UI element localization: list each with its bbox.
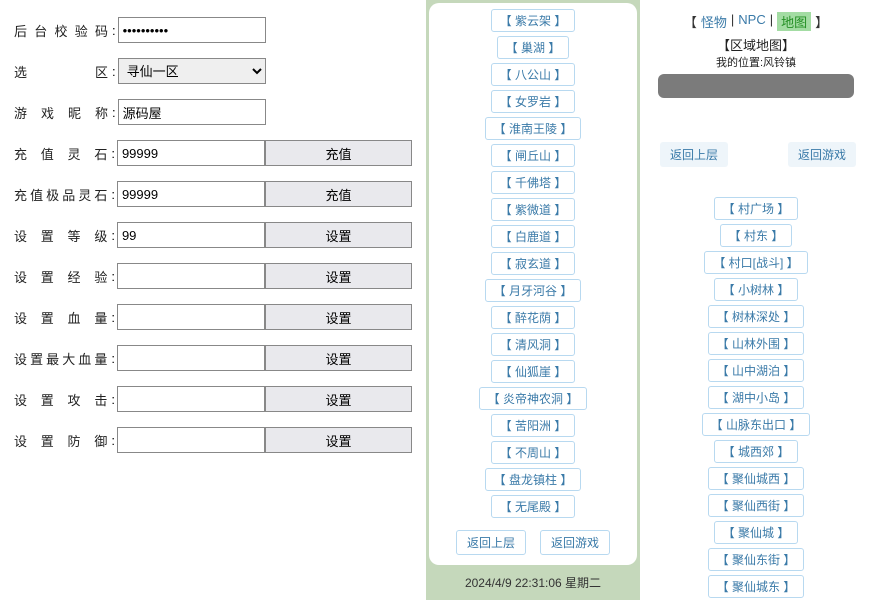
destination-link[interactable]: 【 山林外围 】 <box>708 332 805 355</box>
stone-button[interactable]: 充值 <box>265 140 412 166</box>
location-panel: 【 紫云架 】【 巢湖 】【 八公山 】【 女罗岩 】【 淮南王陵 】【 闸丘山… <box>426 0 640 600</box>
location-link[interactable]: 【 苦阳洲 】 <box>491 414 576 437</box>
right-back-button[interactable]: 返回上层 <box>660 142 728 167</box>
location-link[interactable]: 【 白鹿道 】 <box>491 225 576 248</box>
def-input[interactable] <box>117 427 265 453</box>
destination-link[interactable]: 【 湖中小岛 】 <box>708 386 805 409</box>
tab-map[interactable]: 地图 <box>777 12 811 31</box>
hp-input[interactable] <box>117 304 265 330</box>
mini-map[interactable]: 小树林 村东 <box>658 74 854 98</box>
mid-game-button[interactable]: 返回游戏 <box>540 530 610 555</box>
verify-label: 后台校验码 <box>14 21 112 40</box>
destination-link[interactable]: 【 山中湖泊 】 <box>708 359 805 382</box>
location-link[interactable]: 【 八公山 】 <box>491 63 576 86</box>
nick-label: 游戏昵称 <box>14 103 112 122</box>
maxhp-label: 设置最大血量 <box>14 349 111 368</box>
location-link[interactable]: 【 无尾殿 】 <box>491 495 576 518</box>
nick-input[interactable] <box>118 99 266 125</box>
map-panel: 【 怪物 | NPC | 地图 】 【区域地图】 我的位置:风铃镇 小树林 村东… <box>640 0 860 600</box>
location-link[interactable]: 【 淮南王陵 】 <box>485 117 582 140</box>
destination-link[interactable]: 【 城西郊 】 <box>714 440 799 463</box>
zone-label: 选 区 <box>14 62 112 81</box>
destination-link[interactable]: 【 小树林 】 <box>714 278 799 301</box>
location-link[interactable]: 【 月牙河谷 】 <box>485 279 582 302</box>
stone-label: 充值灵石 <box>14 144 111 163</box>
destination-link[interactable]: 【 树林深处 】 <box>708 305 805 328</box>
exp-input[interactable] <box>117 263 265 289</box>
destination-link[interactable]: 【 聚仙城西 】 <box>708 467 805 490</box>
destination-link[interactable]: 【 聚仙城东 】 <box>708 575 805 598</box>
level-label: 设置等级 <box>14 226 111 245</box>
location-link[interactable]: 【 千佛塔 】 <box>491 171 576 194</box>
location-link[interactable]: 【 清风洞 】 <box>491 333 576 356</box>
tab-monster[interactable]: 怪物 <box>701 12 727 31</box>
destination-link[interactable]: 【 村东 】 <box>720 224 793 247</box>
right-game-button[interactable]: 返回游戏 <box>788 142 856 167</box>
destination-link[interactable]: 【 山脉东出口 】 <box>702 413 811 436</box>
pstone-button[interactable]: 充值 <box>265 181 412 207</box>
location-link[interactable]: 【 盘龙镇柱 】 <box>485 468 582 491</box>
location-link[interactable]: 【 紫云架 】 <box>491 9 576 32</box>
level-input[interactable] <box>117 222 265 248</box>
destination-link[interactable]: 【 村广场 】 <box>714 197 799 220</box>
position-text: 我的位置:风铃镇 <box>658 54 854 70</box>
location-link[interactable]: 【 寂玄道 】 <box>491 252 576 275</box>
area-title: 【区域地图】 <box>658 35 854 54</box>
tab-row: 【 怪物 | NPC | 地图 】 <box>658 12 854 31</box>
location-link[interactable]: 【 女罗岩 】 <box>491 90 576 113</box>
location-link[interactable]: 【 紫微道 】 <box>491 198 576 221</box>
level-button[interactable]: 设置 <box>265 222 412 248</box>
hp-label: 设置血量 <box>14 308 111 327</box>
pstone-input[interactable] <box>117 181 265 207</box>
atk-label: 设置攻击 <box>14 390 111 409</box>
def-button[interactable]: 设置 <box>265 427 412 453</box>
exp-label: 设置经验 <box>14 267 111 286</box>
pstone-label: 充值极品灵石 <box>14 185 111 204</box>
location-link[interactable]: 【 闸丘山 】 <box>491 144 576 167</box>
admin-form-panel: 后台校验码: 选 区: 寻仙一区 游戏昵称: 充值灵石: 充值 充值极品灵石: … <box>0 0 420 600</box>
location-link[interactable]: 【 炎帝神农洞 】 <box>479 387 588 410</box>
location-link[interactable]: 【 不周山 】 <box>491 441 576 464</box>
maxhp-input[interactable] <box>117 345 265 371</box>
hp-button[interactable]: 设置 <box>265 304 412 330</box>
def-label: 设置防御 <box>14 431 111 450</box>
map-marker-icon: 小树林 <box>750 96 777 98</box>
stone-input[interactable] <box>117 140 265 166</box>
atk-input[interactable] <box>117 386 265 412</box>
destination-link[interactable]: 【 聚仙城 】 <box>714 521 799 544</box>
destination-link[interactable]: 【 村口[战斗] 】 <box>704 251 807 274</box>
location-link[interactable]: 【 仙狐崖 】 <box>491 360 576 383</box>
tab-npc[interactable]: NPC <box>738 12 765 31</box>
zone-select[interactable]: 寻仙一区 <box>118 58 266 84</box>
maxhp-button[interactable]: 设置 <box>265 345 412 371</box>
exp-button[interactable]: 设置 <box>265 263 412 289</box>
location-link[interactable]: 【 巢湖 】 <box>497 36 570 59</box>
verify-input[interactable] <box>118 17 266 43</box>
atk-button[interactable]: 设置 <box>265 386 412 412</box>
destination-link[interactable]: 【 聚仙东街 】 <box>708 548 805 571</box>
location-link[interactable]: 【 醉花荫 】 <box>491 306 576 329</box>
destination-link[interactable]: 【 聚仙西街 】 <box>708 494 805 517</box>
time-bar: 2024/4/9 22:31:06 星期二 <box>429 568 637 597</box>
mid-back-button[interactable]: 返回上层 <box>456 530 526 555</box>
